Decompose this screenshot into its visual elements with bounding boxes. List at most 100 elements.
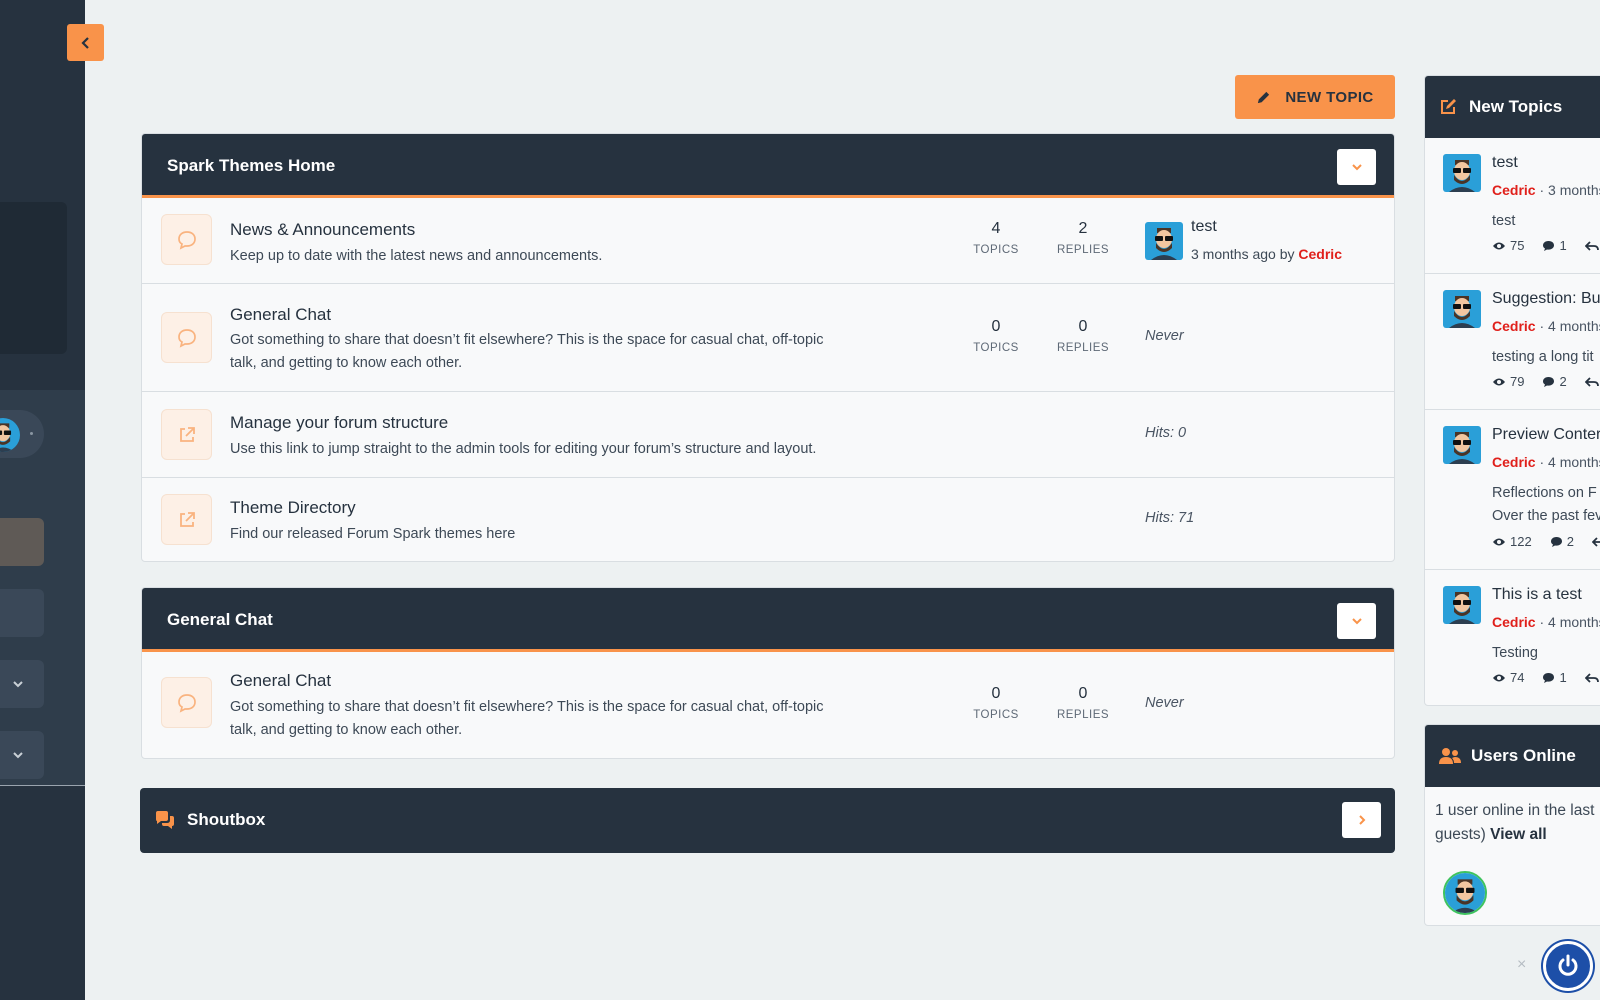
category-spark-themes-home: Spark Themes Home News & Announcements K…: [141, 133, 1395, 562]
chat-bubble-icon: [161, 677, 212, 728]
topic-meta: Cedric · 4 months: [1492, 614, 1600, 630]
topic-title[interactable]: Suggestion: Bu: [1492, 290, 1600, 308]
avatar[interactable]: [1443, 290, 1481, 328]
expand-button[interactable]: [1342, 802, 1381, 838]
last-post-title[interactable]: test: [1191, 218, 1217, 236]
close-icon[interactable]: ×: [1517, 956, 1526, 974]
replies-count: 2 REPLIES: [1056, 220, 1110, 256]
users-online-widget: Users Online 1 user online in the last g…: [1424, 724, 1600, 926]
username-link[interactable]: Cedric: [1492, 614, 1536, 630]
chevron-right-icon: [1358, 815, 1365, 825]
forum-row[interactable]: Theme Directory Find our released Forum …: [142, 478, 1394, 561]
collapse-button[interactable]: [1337, 603, 1376, 639]
new-topic-button[interactable]: NEW TOPIC: [1235, 75, 1395, 119]
forum-row[interactable]: News & Announcements Keep up to date wit…: [142, 198, 1394, 284]
new-topic-label: NEW TOPIC: [1285, 88, 1374, 106]
topic-stats: 74 1: [1492, 670, 1599, 685]
reply-icon: [1584, 240, 1599, 251]
users-icon: [1439, 748, 1461, 764]
forum-title[interactable]: Manage your forum structure: [230, 413, 448, 433]
forum-title[interactable]: General Chat: [230, 305, 331, 325]
pencil-icon: [1258, 91, 1270, 103]
avatar[interactable]: [1145, 222, 1183, 260]
forum-description: Got something to share that doesn’t fit …: [230, 332, 824, 371]
avatar[interactable]: [1443, 426, 1481, 464]
last-post-never: Never: [1145, 328, 1184, 344]
topic-stats: 75 1: [1492, 238, 1599, 253]
topic-title[interactable]: test: [1492, 154, 1518, 172]
comments-icon: [156, 811, 174, 829]
widget-title: New Topics: [1469, 97, 1563, 116]
users-online-summary: 1 user online in the last guests) View a…: [1435, 802, 1595, 843]
hits-count: Hits: 71: [1145, 510, 1195, 526]
topic-title[interactable]: Preview Conter: [1492, 426, 1600, 444]
external-link-icon: [161, 494, 212, 545]
chevron-down-icon: [1351, 164, 1362, 171]
topic-excerpt: Reflections on F Over the past fev: [1492, 485, 1600, 524]
forum-title[interactable]: News & Announcements: [230, 220, 415, 240]
external-link-icon: [161, 409, 212, 460]
topic-stats: 122 2: [1492, 534, 1600, 549]
chevron-down-icon: [13, 681, 23, 688]
last-post-never: Never: [1145, 695, 1184, 711]
sidebar-item-2[interactable]: [0, 589, 44, 637]
last-post-meta: 3 months ago by Cedric: [1191, 246, 1342, 262]
topics-count: 0 TOPICS: [973, 685, 1019, 721]
topic-excerpt: Testing: [1492, 645, 1538, 661]
topic-meta: Cedric · 3 months: [1492, 182, 1600, 198]
sidebar-item-3[interactable]: [0, 660, 44, 708]
comment-icon: [1543, 240, 1555, 251]
topic-excerpt: testing a long tit: [1492, 349, 1594, 365]
avatar[interactable]: [1443, 586, 1481, 624]
new-topics-widget: New Topics test Cedric · 3 months test 7…: [1424, 75, 1600, 706]
list-item[interactable]: test Cedric · 3 months test 75 1: [1425, 138, 1600, 274]
comment-icon: [1550, 536, 1562, 547]
forum-row[interactable]: General Chat Got something to share that…: [142, 284, 1394, 392]
forum-row[interactable]: General Chat Got something to share that…: [142, 652, 1394, 758]
chat-bubble-icon: [161, 312, 212, 363]
chevron-down-icon: [1351, 618, 1362, 625]
power-button[interactable]: [1543, 941, 1593, 991]
widget-header: New Topics: [1425, 76, 1600, 138]
power-icon: [1558, 954, 1578, 976]
topic-meta: Cedric · 4 months: [1492, 454, 1600, 470]
forum-row[interactable]: Manage your forum structure Use this lin…: [142, 392, 1394, 478]
category-header: General Chat: [142, 588, 1394, 652]
widget-title: Users Online: [1471, 746, 1576, 765]
sidebar-toggle-button[interactable]: [67, 24, 104, 61]
view-all-link[interactable]: View all: [1490, 826, 1547, 843]
avatar[interactable]: [1443, 154, 1481, 192]
forum-description: Use this link to jump straight to the ad…: [230, 441, 817, 457]
username-link[interactable]: Cedric: [1492, 454, 1536, 470]
topic-stats: 79 2: [1492, 374, 1599, 389]
sidebar-item-1[interactable]: [0, 518, 44, 566]
comment-icon: [1543, 672, 1555, 683]
topic-title[interactable]: This is a test: [1492, 586, 1582, 604]
eye-icon: [1493, 674, 1505, 681]
category-header: Spark Themes Home: [142, 134, 1394, 198]
replies-count: 0 REPLIES: [1056, 318, 1110, 354]
topic-excerpt: test: [1492, 213, 1516, 229]
chat-bubble-icon: [161, 214, 212, 265]
sidebar-panel: [0, 202, 67, 354]
avatar[interactable]: [1443, 871, 1487, 915]
list-item[interactable]: Suggestion: Bu Cedric · 4 months testing…: [1425, 274, 1600, 410]
chevron-down-icon: [13, 752, 23, 759]
category-title: General Chat: [167, 610, 273, 629]
forum-title[interactable]: Theme Directory: [230, 498, 356, 518]
list-item[interactable]: This is a test Cedric · 4 months Testing…: [1425, 570, 1600, 705]
sidebar-item-4[interactable]: [0, 731, 44, 779]
avatar: [0, 418, 20, 452]
category-title: Spark Themes Home: [167, 156, 336, 175]
widget-header: Users Online: [1425, 725, 1600, 787]
username-link[interactable]: Cedric: [1492, 182, 1536, 198]
username-link[interactable]: Cedric: [1298, 246, 1342, 262]
username-link[interactable]: Cedric: [1492, 318, 1536, 334]
reply-icon: [1584, 672, 1599, 683]
forum-description: Keep up to date with the latest news and…: [230, 248, 603, 264]
forum-description: Find our released Forum Spark themes her…: [230, 526, 516, 542]
list-item[interactable]: Preview Conter Cedric · 4 months Reflect…: [1425, 410, 1600, 570]
forum-title[interactable]: General Chat: [230, 671, 331, 691]
collapse-button[interactable]: [1337, 149, 1376, 185]
replies-count: 0 REPLIES: [1056, 685, 1110, 721]
